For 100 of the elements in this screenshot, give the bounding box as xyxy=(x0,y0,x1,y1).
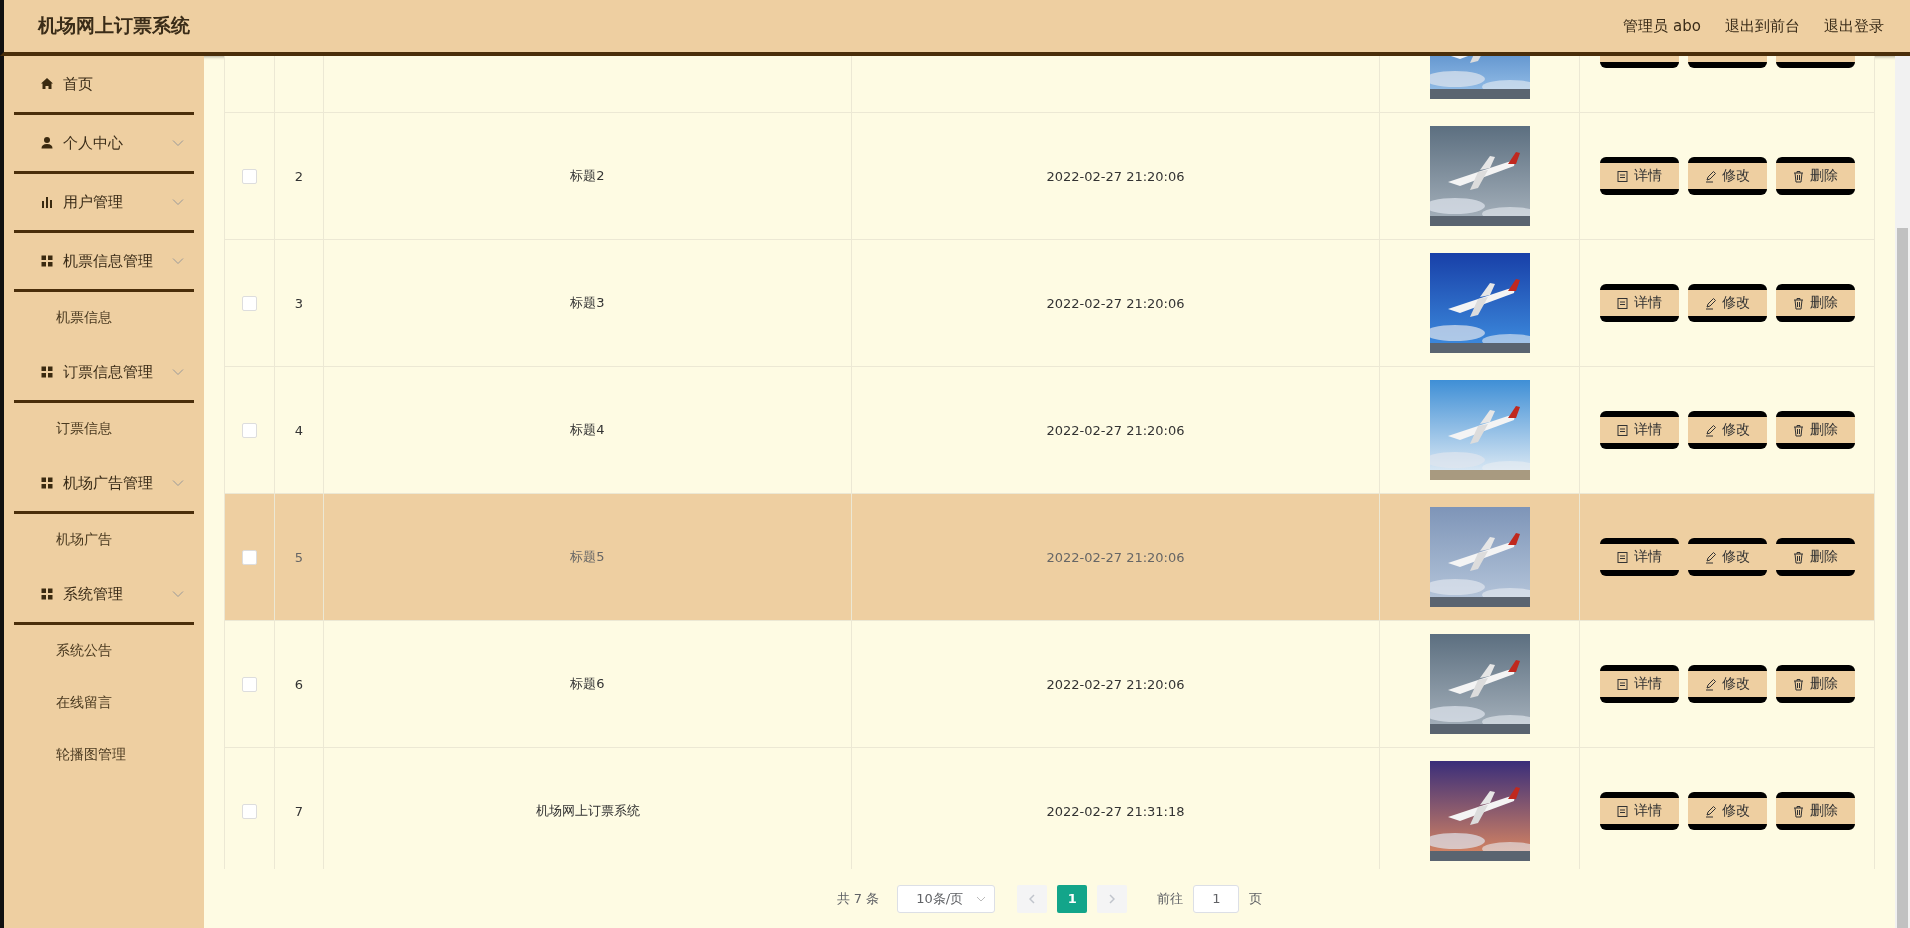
grid-icon xyxy=(40,476,54,490)
checkbox[interactable] xyxy=(242,803,257,819)
pencil-icon xyxy=(1704,169,1717,183)
table-cell: 5 xyxy=(294,549,304,565)
pencil-icon xyxy=(1704,550,1717,564)
table-cell: 2022-02-27 21:20:06 xyxy=(1046,676,1185,692)
submenu-item[interactable]: 轮播图管理 xyxy=(14,729,204,781)
goto-label: 前往 xyxy=(1157,889,1184,908)
scrollbar[interactable] xyxy=(1895,56,1910,928)
grid-icon xyxy=(40,587,54,601)
table-row[interactable]: 6 标题6 2022-02-27 21:20:06 详情 修改 删除 xyxy=(225,621,1874,748)
chevron-down-icon xyxy=(172,368,184,376)
pencil-icon xyxy=(1704,677,1717,691)
chevron-down-icon xyxy=(172,198,184,206)
chevron-down-icon xyxy=(172,479,184,487)
edit-button[interactable]: 修改 xyxy=(1687,411,1767,449)
details-button[interactable]: 详情 xyxy=(1599,157,1679,195)
details-button[interactable]: 详情 xyxy=(1599,538,1679,576)
table-cell: 标题2 xyxy=(570,167,605,185)
table-cell: 标题6 xyxy=(570,675,605,693)
trash-icon xyxy=(1792,169,1805,183)
edit-button[interactable]: 修改 xyxy=(1687,665,1767,703)
edit-button[interactable]: 修改 xyxy=(1687,157,1767,195)
chevron-down-icon xyxy=(172,590,184,598)
checkbox[interactable] xyxy=(242,295,257,311)
bar-chart-icon xyxy=(40,195,54,209)
pencil-icon xyxy=(1704,296,1717,310)
chevron-down-icon xyxy=(976,895,987,902)
chevron-right-icon xyxy=(1109,893,1116,904)
table-cell: 2022-02-27 21:20:06 xyxy=(1046,295,1185,311)
trash-icon xyxy=(1792,804,1805,818)
details-button[interactable]: 详情 xyxy=(1599,284,1679,322)
menu-item[interactable]: 个人中心 xyxy=(14,115,204,171)
total-count: 共 7 条 xyxy=(836,889,880,908)
menu-item[interactable]: 系统管理 xyxy=(14,566,204,622)
table-cell: 2022-02-27 21:20:06 xyxy=(1046,168,1185,184)
edit-button[interactable]: 修改 xyxy=(1687,792,1767,830)
detail-icon xyxy=(1616,423,1629,437)
menu-item[interactable]: 订票信息管理 xyxy=(14,344,204,400)
delete-button[interactable]: 删除 xyxy=(1775,157,1855,195)
submenu-item[interactable]: 机场广告 xyxy=(14,514,204,566)
edit-button[interactable]: 修改 xyxy=(1687,538,1767,576)
delete-button[interactable]: 删除 xyxy=(1775,284,1855,322)
table-cell: 标题4 xyxy=(570,421,605,439)
pencil-icon xyxy=(1704,804,1717,818)
checkbox[interactable] xyxy=(242,168,257,184)
checkbox[interactable] xyxy=(242,549,257,565)
table-row[interactable]: 3 标题3 2022-02-27 21:20:06 详情 修改 删除 xyxy=(225,240,1874,367)
submenu-item[interactable]: 机票信息 xyxy=(14,292,204,344)
menu-item[interactable]: 机场广告管理 xyxy=(14,455,204,511)
page-suffix: 页 xyxy=(1249,889,1263,908)
table-cell: 标题3 xyxy=(570,294,605,312)
table-row[interactable]: 2 标题2 2022-02-27 21:20:06 详情 修改 删除 xyxy=(225,113,1874,240)
page-size-select[interactable]: 10条/页 xyxy=(897,884,996,913)
delete-button[interactable]: 删除 xyxy=(1775,411,1855,449)
menu-item[interactable]: 机票信息管理 xyxy=(14,233,204,289)
grid-icon xyxy=(40,365,54,379)
edit-button[interactable]: 修改 xyxy=(1687,284,1767,322)
table-cell: 2022-02-27 21:20:06 xyxy=(1046,422,1185,438)
delete-button[interactable]: 删除 xyxy=(1775,665,1855,703)
chevron-down-icon xyxy=(172,257,184,265)
chevron-down-icon xyxy=(172,139,184,147)
delete-button[interactable]: 删除 xyxy=(1775,538,1855,576)
previous-page-button[interactable] xyxy=(1017,884,1048,913)
detail-icon xyxy=(1616,169,1629,183)
trash-icon xyxy=(1792,677,1805,691)
checkbox[interactable] xyxy=(242,676,257,692)
table-row[interactable]: 4 标题4 2022-02-27 21:20:06 详情 修改 删除 xyxy=(225,367,1874,494)
details-button[interactable]: 详情 xyxy=(1599,411,1679,449)
table-row[interactable]: 5 标题5 2022-02-27 21:20:06 详情 修改 删除 xyxy=(225,494,1874,621)
home-icon xyxy=(40,77,54,91)
pencil-icon xyxy=(1704,423,1717,437)
table-cell: 3 xyxy=(294,295,304,311)
table-cell: 标题5 xyxy=(570,548,605,566)
person-icon xyxy=(40,136,54,150)
submenu-item[interactable]: 订票信息 xyxy=(14,403,204,455)
table-cell: 机场网上订票系统 xyxy=(535,802,640,820)
submenu-item[interactable]: 系统公告 xyxy=(14,625,204,677)
menu-item[interactable]: 用户管理 xyxy=(14,174,204,230)
table-cell: 7 xyxy=(294,803,304,819)
detail-icon xyxy=(1616,804,1629,818)
scrollbar-thumb[interactable] xyxy=(1897,228,1908,928)
next-page-button[interactable] xyxy=(1097,884,1128,913)
header-link[interactable]: 退出到前台 xyxy=(1725,16,1800,36)
header-link[interactable]: 管理员 abo xyxy=(1623,16,1701,36)
details-button[interactable]: 详情 xyxy=(1599,665,1679,703)
table-cell: 2 xyxy=(294,168,304,184)
page-input[interactable]: 1 xyxy=(1193,884,1240,913)
details-button[interactable]: 详情 xyxy=(1599,792,1679,830)
detail-icon xyxy=(1616,550,1629,564)
table-cell: 6 xyxy=(294,676,304,692)
submenu-item[interactable]: 在线留言 xyxy=(14,677,204,729)
header-link[interactable]: 退出登录 xyxy=(1824,16,1884,36)
delete-button[interactable]: 删除 xyxy=(1775,792,1855,830)
checkbox[interactable] xyxy=(242,422,257,438)
trash-icon xyxy=(1792,550,1805,564)
table-cell: 2022-02-27 21:20:06 xyxy=(1046,549,1185,565)
trash-icon xyxy=(1792,296,1805,310)
trash-icon xyxy=(1792,423,1805,437)
menu-item[interactable]: 首页 xyxy=(14,56,204,112)
